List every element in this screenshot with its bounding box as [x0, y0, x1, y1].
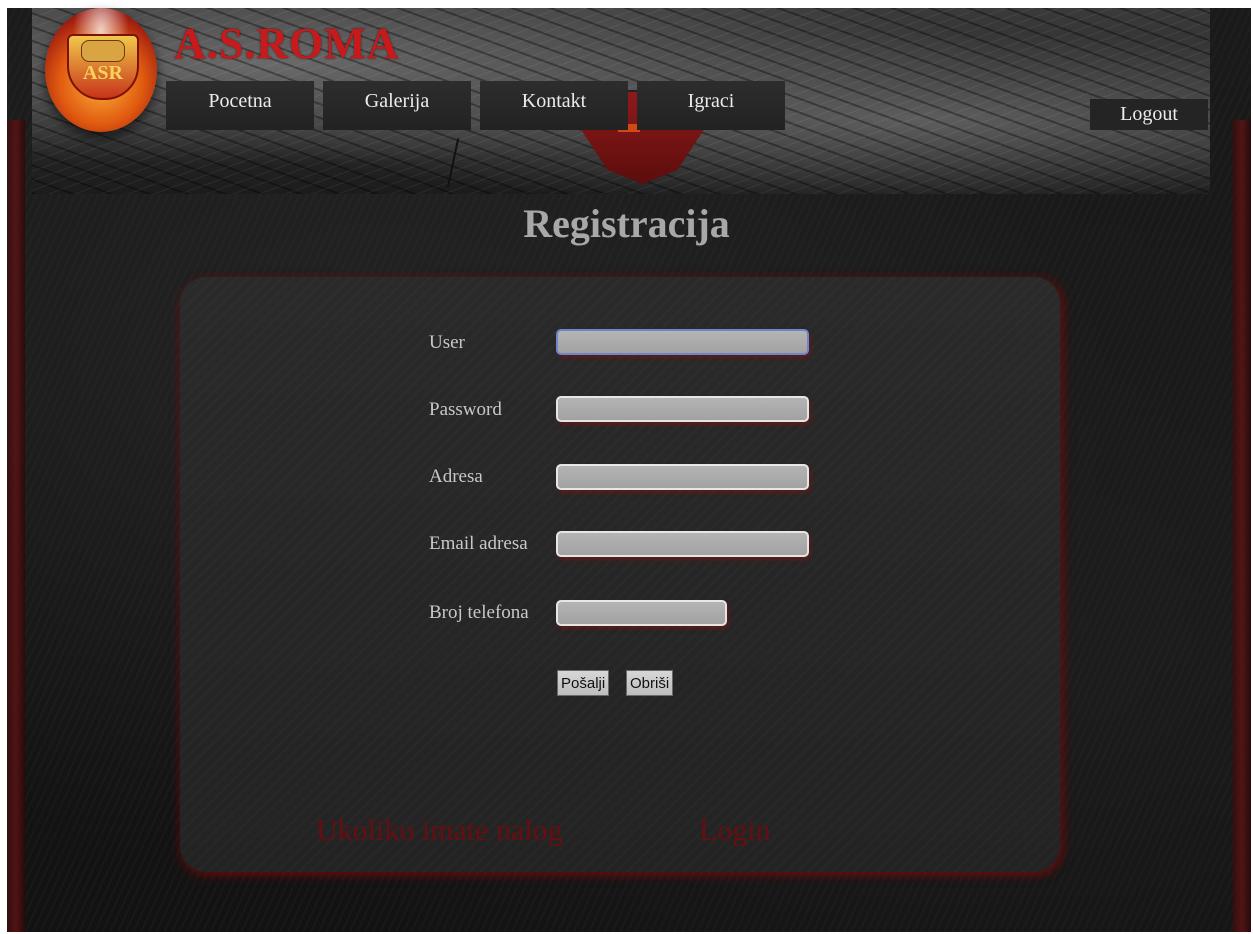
login-link[interactable]: Login — [699, 812, 771, 850]
club-logo[interactable]: ASR — [45, 8, 157, 132]
reset-button[interactable]: Obriši — [626, 670, 674, 696]
user-input[interactable] — [556, 329, 809, 355]
logo-monogram: ASR — [82, 62, 123, 84]
logo-crest: ASR — [67, 34, 139, 100]
page-title: Registracija — [523, 201, 730, 246]
account-prompt: Ukoliko imate nalog — [316, 814, 563, 847]
adresa-input[interactable] — [556, 464, 809, 490]
logout-button[interactable]: Logout — [1090, 99, 1208, 130]
registration-panel — [180, 277, 1060, 872]
password-input[interactable] — [556, 396, 809, 422]
nav-item-pocetna[interactable]: Pocetna — [166, 81, 314, 130]
nav-item-igraci[interactable]: Igraci — [637, 81, 785, 130]
nav-item-galerija[interactable]: Galerija — [323, 81, 471, 130]
phone-label: Broj telefona — [429, 602, 529, 623]
adresa-label: Adresa — [429, 466, 483, 487]
stone-crack-decoration — [446, 138, 460, 188]
password-label: Password — [429, 399, 502, 420]
main-nav: Pocetna Galerija Kontakt Igraci — [166, 81, 794, 130]
email-input[interactable] — [556, 531, 809, 557]
brand-title: A.S.ROMA — [174, 19, 400, 68]
wolf-icon — [81, 40, 125, 62]
nav-item-kontakt[interactable]: Kontakt — [480, 81, 628, 130]
user-label: User — [429, 332, 465, 353]
email-label: Email adresa — [429, 533, 528, 554]
page: ASR A.S.ROMA Pocetna Galerija Kontakt Ig… — [0, 0, 1253, 934]
submit-button[interactable]: Pošalji — [557, 670, 610, 696]
phone-input[interactable] — [556, 600, 727, 626]
